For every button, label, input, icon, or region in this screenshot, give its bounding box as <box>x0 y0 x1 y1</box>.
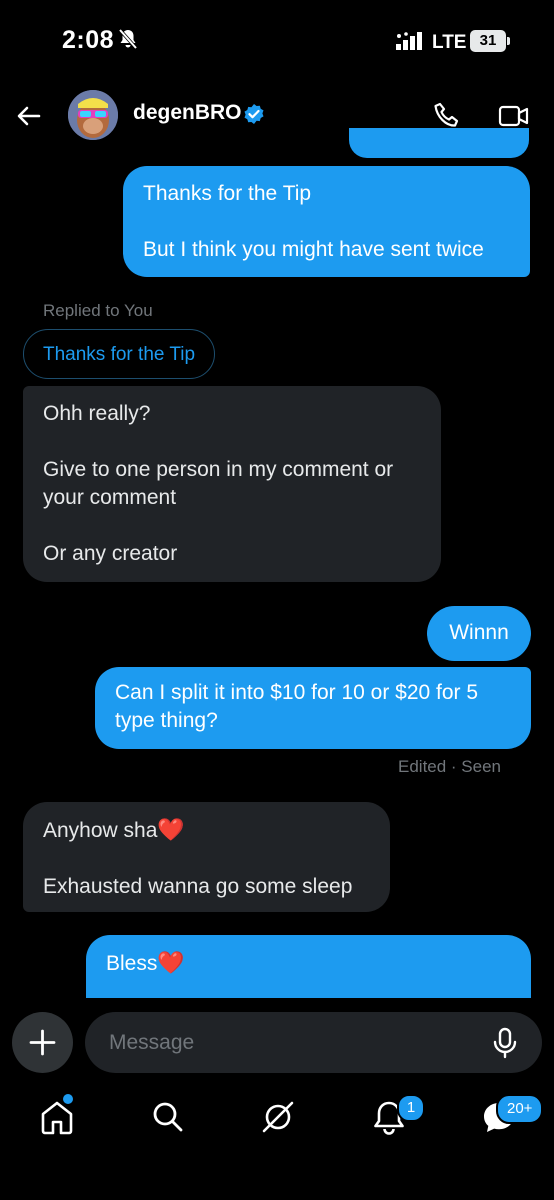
notifications-badge: 1 <box>397 1094 425 1122</box>
battery-icon: 31 <box>470 30 506 52</box>
mic-icon[interactable] <box>491 1027 519 1059</box>
battery-tip <box>507 37 510 45</box>
previous-message-bubble <box>349 128 529 158</box>
phone-icon[interactable] <box>432 101 462 131</box>
grok-icon[interactable] <box>258 1097 298 1137</box>
status-time: 2:08 <box>62 26 115 54</box>
message-input[interactable] <box>85 1012 542 1073</box>
message-text: Bless <box>106 952 158 975</box>
network-type: LTE <box>432 32 467 53</box>
message-text: Anyhow sha <box>43 819 158 842</box>
verified-badge-icon <box>244 104 264 124</box>
message-bubble-outgoing[interactable]: Winnn <box>427 606 531 661</box>
message-bubble-incoming[interactable]: Ohh really? Give to one person in my com… <box>23 386 441 582</box>
message-text: Thanks for the Tip <box>143 182 312 205</box>
message-bubble-outgoing[interactable]: Bless❤️ <box>86 935 531 999</box>
message-bubble-outgoing[interactable]: Thanks for the Tip But I think you might… <box>123 166 530 277</box>
heart-emoji: ❤️ <box>157 950 185 975</box>
home-unread-dot <box>63 1094 73 1104</box>
message-text: Give to one person in my comment or your… <box>43 458 394 509</box>
add-attachment-button[interactable] <box>12 1012 73 1073</box>
message-text: Or any creator <box>43 542 178 565</box>
avatar[interactable] <box>68 90 118 140</box>
reply-quote[interactable]: Thanks for the Tip <box>23 329 216 379</box>
video-call-icon[interactable] <box>498 103 530 129</box>
message-text: Can I split it into $10 for 10 or $20 fo… <box>115 681 479 732</box>
heart-emoji: ❤️ <box>157 817 185 842</box>
message-text: Exhausted wanna go some sleep <box>43 875 353 898</box>
message-text: Winnn <box>449 621 509 644</box>
replied-to-label: Replied to You <box>43 301 153 320</box>
back-arrow-icon[interactable] <box>15 102 43 130</box>
contact-name[interactable]: degenBRO <box>133 101 242 125</box>
search-icon[interactable] <box>148 1097 188 1137</box>
mute-icon <box>118 28 138 50</box>
message-status: Edited · Seen <box>398 757 502 776</box>
message-bubble-incoming[interactable]: Anyhow sha❤️ Exhausted wanna go some sle… <box>23 802 390 912</box>
plus-icon <box>29 1029 56 1056</box>
message-text: But I think you might have sent twice <box>143 238 484 261</box>
signal-icon <box>396 32 422 50</box>
messages-badge: 20+ <box>496 1094 544 1124</box>
message-bubble-outgoing[interactable]: Can I split it into $10 for 10 or $20 fo… <box>95 667 531 749</box>
message-text: Ohh really? <box>43 402 151 425</box>
